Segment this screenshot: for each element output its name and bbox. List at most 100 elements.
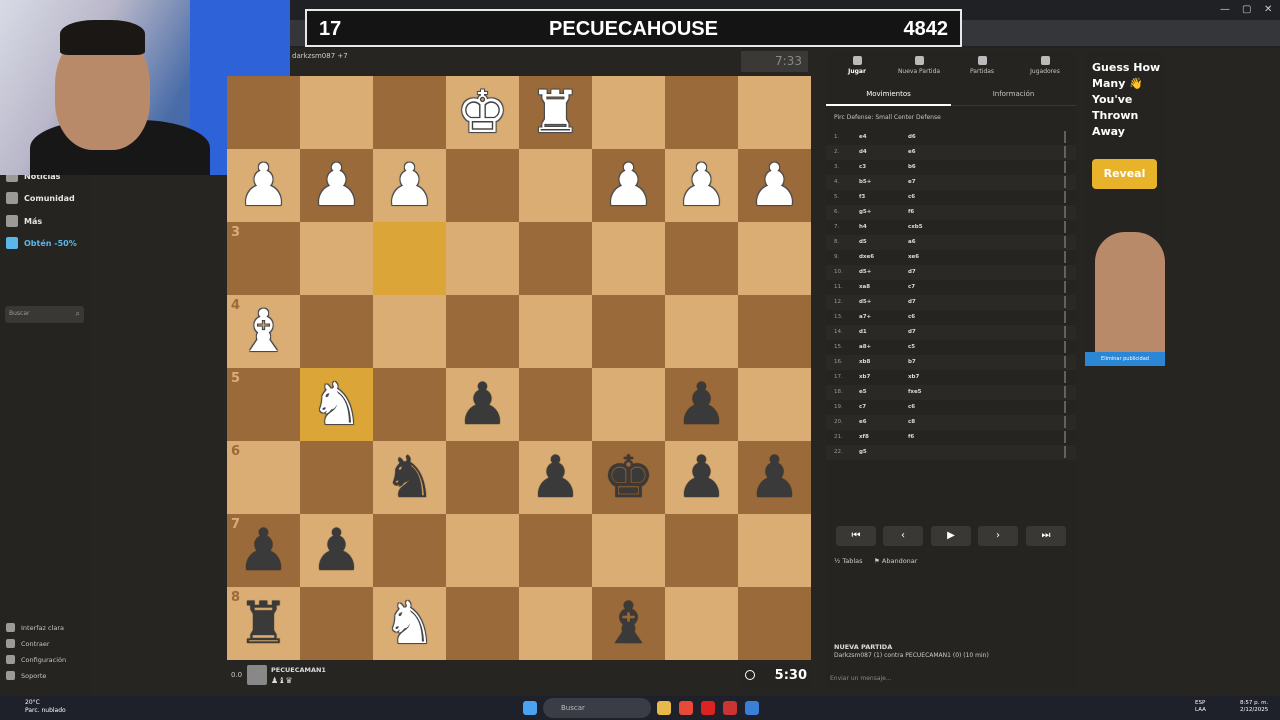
- white-move[interactable]: f3: [859, 194, 865, 200]
- opponent-name[interactable]: darkzsm087 +7: [292, 52, 348, 60]
- black-move[interactable]: d6: [908, 134, 916, 140]
- chess-board[interactable]: 3 4 5 6 7 8 h g f e d c b a ♚ ♜ ♟ ♟ ♟ ♟ ♟ ♟ ♝ ♞ ♟ ♟ ♞ ♟ ♚ ♟ ♟ ♟ ♟ ♜ ♞ ♝: [227, 76, 811, 660]
- white-k-piece[interactable]: ♚: [446, 76, 519, 149]
- white-p-piece[interactable]: ♟: [300, 149, 373, 222]
- square-b4[interactable]: [665, 295, 738, 368]
- white-p-piece[interactable]: ♟: [592, 149, 665, 222]
- black-n-piece[interactable]: ♞: [373, 441, 446, 514]
- square-e3[interactable]: [446, 222, 519, 295]
- white-move[interactable]: d1: [859, 329, 867, 335]
- tab-moves[interactable]: Movimientos: [826, 90, 951, 106]
- black-p-piece[interactable]: ♟: [446, 368, 519, 441]
- black-move[interactable]: d7: [908, 269, 916, 275]
- white-move[interactable]: h4: [859, 224, 867, 230]
- square-c3[interactable]: [592, 222, 665, 295]
- next-move-button[interactable]: ›: [978, 526, 1018, 546]
- white-move[interactable]: c7: [859, 404, 866, 410]
- last-move-button[interactable]: ⏭: [1026, 526, 1066, 546]
- black-move[interactable]: xe6: [908, 254, 919, 260]
- black-move[interactable]: c7: [908, 284, 915, 290]
- sidebar-item-light-mode[interactable]: Interfaz clara: [6, 623, 64, 632]
- prev-move-button[interactable]: ‹: [883, 526, 923, 546]
- white-move[interactable]: a8+: [859, 344, 871, 350]
- sidebar-item-comunidad[interactable]: Comunidad: [6, 192, 75, 204]
- square-f1[interactable]: [373, 76, 446, 149]
- square-e7[interactable]: [446, 514, 519, 587]
- square-b1[interactable]: [665, 76, 738, 149]
- white-move[interactable]: b5+: [859, 179, 871, 185]
- white-move[interactable]: xa8: [859, 284, 870, 290]
- square-e4[interactable]: [446, 295, 519, 368]
- square-g1[interactable]: [300, 76, 373, 149]
- app-icon[interactable]: [723, 701, 737, 715]
- chrome-icon[interactable]: [679, 701, 693, 715]
- square-f5[interactable]: [373, 368, 446, 441]
- white-p-piece[interactable]: ♟: [738, 149, 811, 222]
- resign-button[interactable]: ⚑ Abandonar: [874, 557, 917, 565]
- square-c1[interactable]: [592, 76, 665, 149]
- weather-widget[interactable]: 20°C Parc. nublado: [25, 699, 66, 715]
- avatar[interactable]: [247, 665, 267, 685]
- square-c7[interactable]: [592, 514, 665, 587]
- black-move[interactable]: e7: [908, 179, 916, 185]
- remove-ads-link[interactable]: Eliminar publicidad: [1085, 352, 1165, 366]
- square-d5[interactable]: [519, 368, 592, 441]
- white-move[interactable]: dxe6: [859, 254, 874, 260]
- square-f7[interactable]: [373, 514, 446, 587]
- white-n-piece[interactable]: ♞: [373, 587, 446, 660]
- black-p-piece[interactable]: ♟: [665, 441, 738, 514]
- taskbar-search[interactable]: Buscar: [543, 698, 651, 718]
- black-move[interactable]: c6: [908, 194, 915, 200]
- black-k-piece[interactable]: ♚: [592, 441, 665, 514]
- square-e2[interactable]: [446, 149, 519, 222]
- square-c4[interactable]: [592, 295, 665, 368]
- square-a7[interactable]: [738, 514, 811, 587]
- tab-games[interactable]: Partidas: [951, 56, 1013, 75]
- sidebar-search-input[interactable]: Buscar ⌕: [5, 306, 84, 323]
- square-h1[interactable]: [227, 76, 300, 149]
- black-move[interactable]: c8: [908, 419, 915, 425]
- white-move[interactable]: e4: [859, 134, 867, 140]
- white-move[interactable]: d5: [859, 239, 867, 245]
- black-p-piece[interactable]: ♟: [738, 441, 811, 514]
- opera-icon[interactable]: [701, 701, 715, 715]
- square-a4[interactable]: [738, 295, 811, 368]
- black-move[interactable]: d7: [908, 329, 916, 335]
- white-move[interactable]: xb7: [859, 374, 870, 380]
- black-move[interactable]: a6: [908, 239, 916, 245]
- black-move[interactable]: f6: [908, 434, 914, 440]
- black-move[interactable]: f6: [908, 209, 914, 215]
- white-r-piece[interactable]: ♜: [519, 76, 592, 149]
- white-move[interactable]: d5+: [859, 299, 871, 305]
- black-p-piece[interactable]: ♟: [227, 514, 300, 587]
- white-move[interactable]: a7+: [859, 314, 871, 320]
- black-move[interactable]: d7: [908, 299, 916, 305]
- square-b3[interactable]: [665, 222, 738, 295]
- square-b7[interactable]: [665, 514, 738, 587]
- black-move[interactable]: cxb5: [908, 224, 923, 230]
- black-move[interactable]: c6: [908, 404, 915, 410]
- square-d3[interactable]: [519, 222, 592, 295]
- black-p-piece[interactable]: ♟: [665, 368, 738, 441]
- white-move[interactable]: e6: [859, 419, 867, 425]
- sidebar-item-support[interactable]: Soporte: [6, 671, 46, 680]
- tab-info[interactable]: Información: [951, 90, 1076, 98]
- black-r-piece[interactable]: ♜: [227, 587, 300, 660]
- square-d7[interactable]: [519, 514, 592, 587]
- black-move[interactable]: e6: [908, 149, 916, 155]
- white-move[interactable]: d5+: [859, 269, 871, 275]
- play-button[interactable]: ▶: [931, 526, 971, 546]
- white-move[interactable]: xb8: [859, 359, 870, 365]
- black-move[interactable]: b7: [908, 359, 916, 365]
- tab-play[interactable]: Jugar: [826, 56, 888, 75]
- white-b-piece[interactable]: ♝: [227, 295, 300, 368]
- white-n-piece[interactable]: ♞: [300, 368, 373, 441]
- square-a3[interactable]: [738, 222, 811, 295]
- square-d4[interactable]: [519, 295, 592, 368]
- steam-icon[interactable]: [745, 701, 759, 715]
- square-d2[interactable]: [519, 149, 592, 222]
- first-move-button[interactable]: ⏮: [836, 526, 876, 546]
- square-c5[interactable]: [592, 368, 665, 441]
- tab-new-game[interactable]: Nueva Partida: [888, 56, 950, 75]
- white-move[interactable]: d4: [859, 149, 867, 155]
